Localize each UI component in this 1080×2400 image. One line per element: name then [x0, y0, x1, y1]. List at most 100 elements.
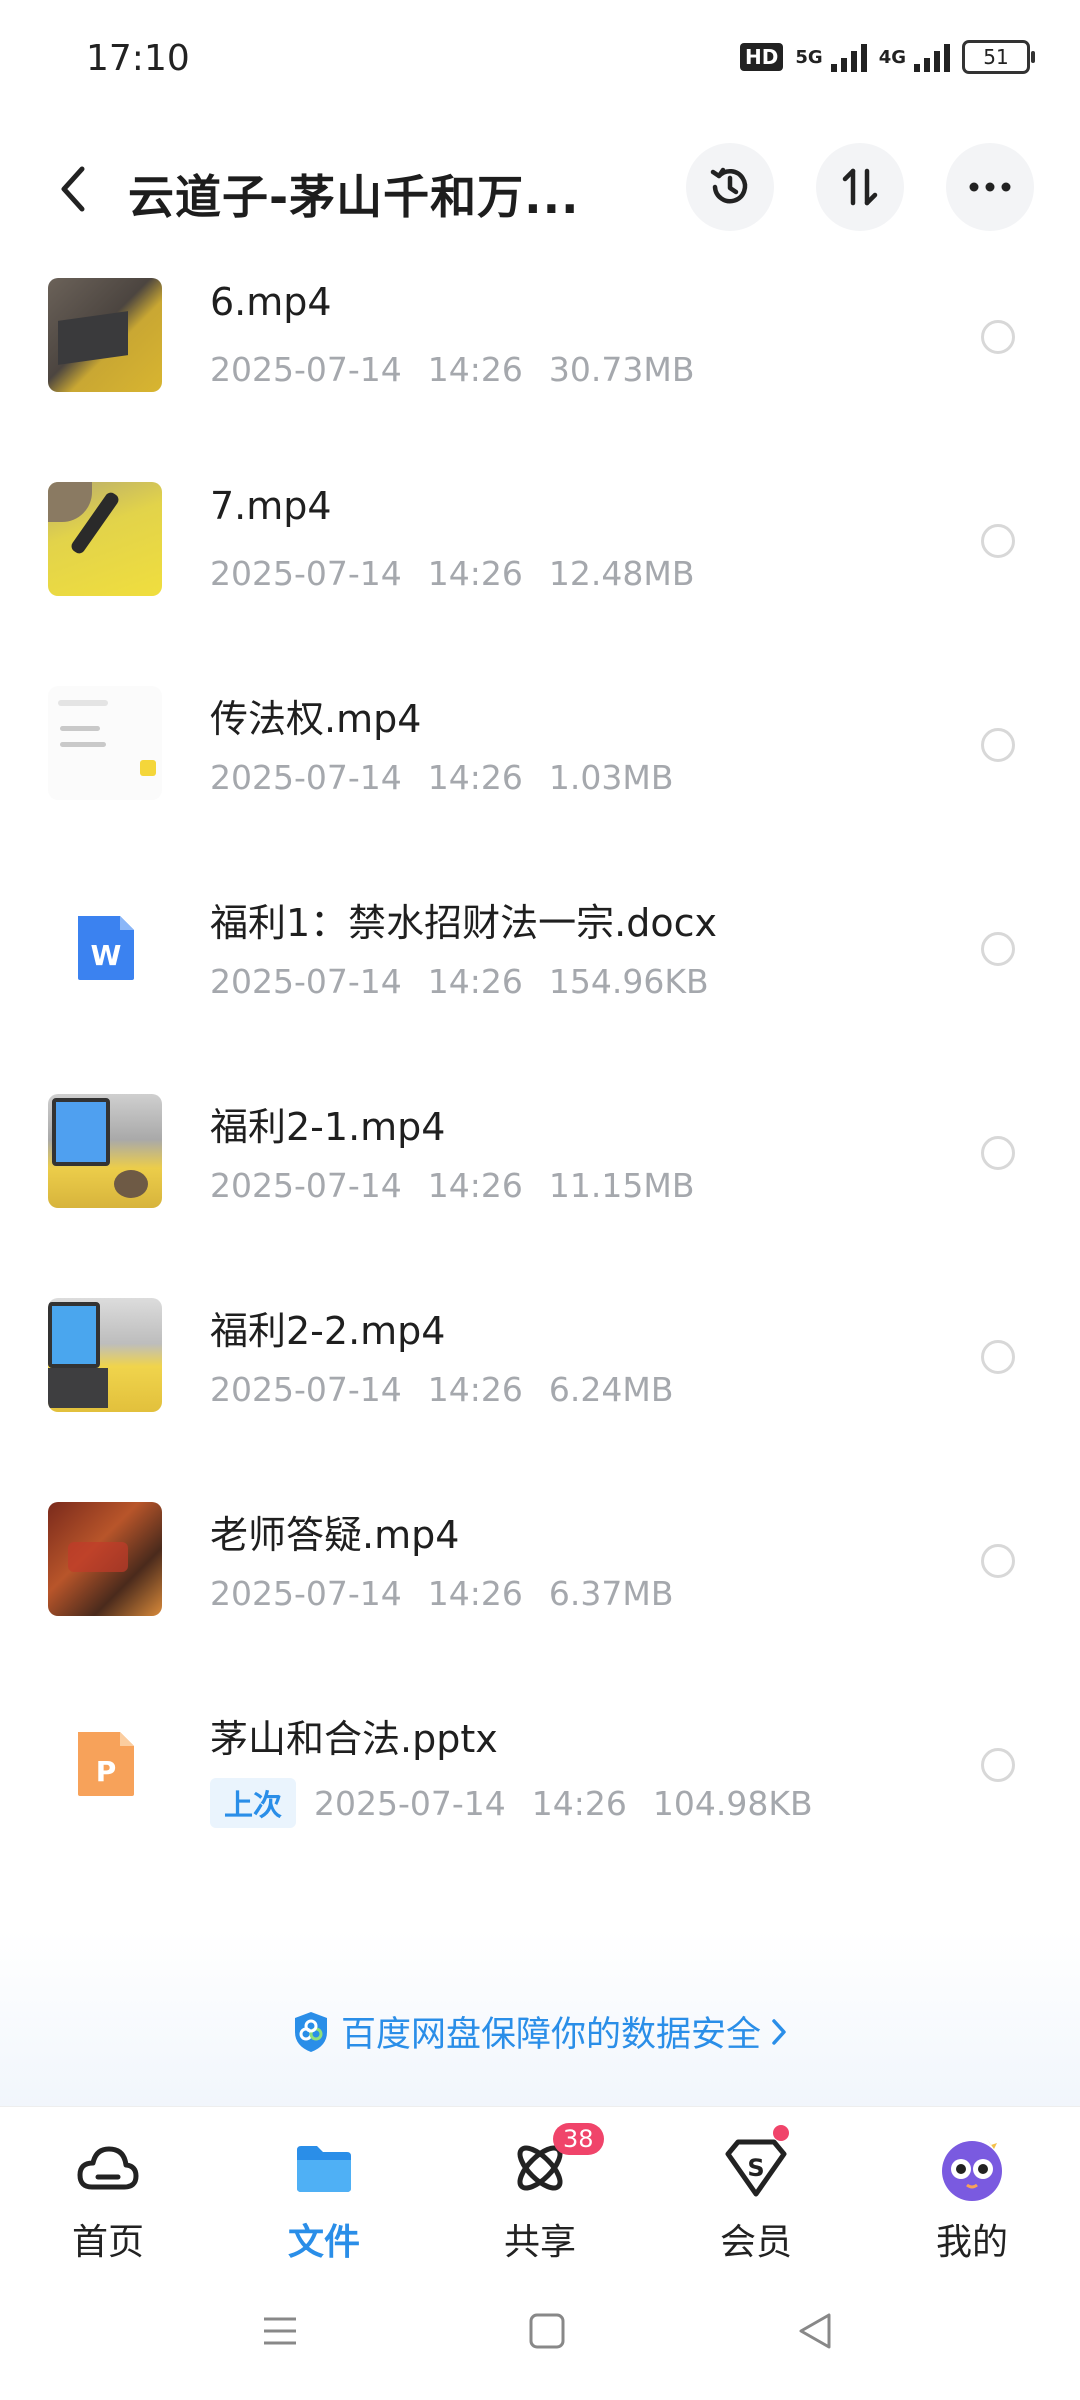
select-radio[interactable]: [981, 728, 1015, 762]
video-thumbnail: [48, 1502, 162, 1616]
menu-icon: [264, 2317, 296, 2345]
file-date: 2025-07-14: [210, 1574, 402, 1613]
back-nav-button[interactable]: [790, 2306, 840, 2356]
file-row[interactable]: 6.mp4 2025-07-14 14:26 30.73MB: [0, 252, 1080, 456]
tab-label: 共享: [503, 2222, 576, 2263]
square-home-icon: [529, 2313, 565, 2349]
file-date: 2025-07-14: [210, 1166, 402, 1205]
file-time: 14:26: [427, 554, 523, 593]
file-name: 6.mp4: [210, 280, 332, 324]
status-bar: 17:10 HD 5G 4G 51: [0, 0, 1080, 125]
file-row[interactable]: 福利2-2.mp4 2025-07-14 14:26 6.24MB: [0, 1272, 1080, 1476]
file-size: 6.37MB: [548, 1574, 674, 1613]
tab-home[interactable]: 首页: [0, 2107, 216, 2267]
page-title: 云道子-茅山千和万...: [128, 170, 580, 224]
select-radio[interactable]: [981, 1748, 1015, 1782]
file-name: 福利2-2.mp4: [210, 1309, 446, 1353]
file-size: 104.98KB: [652, 1783, 813, 1823]
file-size: 154.96KB: [548, 962, 709, 1001]
home-nav-button[interactable]: [522, 2306, 572, 2356]
avatar: [937, 2133, 1007, 2203]
last-opened-tag: 上次: [210, 1778, 297, 1828]
file-time: 14:26: [427, 1574, 523, 1613]
back-arrow-icon: [61, 166, 85, 212]
select-radio[interactable]: [981, 1544, 1015, 1578]
file-name: 老师答疑.mp4: [210, 1513, 460, 1557]
file-time: 14:26: [531, 1783, 627, 1823]
tab-me[interactable]: 我的: [864, 2107, 1080, 2267]
tab-label: 文件: [287, 2222, 360, 2263]
file-name: 福利1：禁水招财法一宗.docx: [210, 901, 718, 945]
file-time: 14:26: [427, 350, 523, 389]
signal-4g-icon: [914, 42, 950, 72]
file-time: 14:26: [427, 758, 523, 797]
notification-dot: [773, 2125, 789, 2141]
file-name: 7.mp4: [210, 484, 332, 528]
file-date: 2025-07-14: [210, 554, 402, 593]
video-thumbnail: [48, 1298, 162, 1412]
file-row[interactable]: 传法权.mp4 2025-07-14 14:26 1.03MB: [0, 660, 1080, 864]
select-radio[interactable]: [981, 524, 1015, 558]
video-thumbnail: [48, 278, 162, 392]
svg-text:P: P: [96, 1755, 117, 1788]
triangle-back-icon: [799, 2313, 831, 2349]
file-time: 14:26: [427, 1166, 523, 1205]
status-time: 17:10: [86, 38, 190, 79]
cloud-icon: [73, 2133, 143, 2203]
more-button[interactable]: [946, 143, 1034, 231]
video-thumbnail: [48, 686, 162, 800]
file-row[interactable]: 福利2-1.mp4 2025-07-14 14:26 11.15MB: [0, 1068, 1080, 1272]
back-button[interactable]: [48, 159, 98, 219]
file-date: 2025-07-14: [210, 350, 402, 389]
tab-label: 我的: [935, 2222, 1008, 2263]
file-meta: 2025-07-14 14:26 12.48MB: [210, 554, 720, 593]
tab-label: 会员: [719, 2222, 792, 2263]
chevron-right-icon: [772, 2018, 786, 2045]
security-banner: 百度网盘保障你的数据安全: [0, 1930, 1080, 2110]
file-meta: 2025-07-14 14:26 6.37MB: [210, 1574, 699, 1613]
network-4g-label: 4G: [878, 46, 906, 68]
svg-text:S: S: [747, 2154, 764, 2182]
select-radio[interactable]: [981, 1340, 1015, 1374]
file-name: 传法权.mp4: [210, 697, 422, 741]
file-date: 2025-07-14: [314, 1783, 506, 1823]
shield-icon: [294, 2011, 327, 2052]
file-time: 14:26: [427, 1370, 523, 1409]
sort-button[interactable]: [816, 143, 904, 231]
signal-5g-icon: [830, 42, 867, 72]
svg-text:W: W: [91, 939, 122, 972]
file-meta: 2025-07-14 14:26 11.15MB: [210, 1166, 720, 1205]
file-meta: 上次 2025-07-14 14:26 104.98KB: [210, 1778, 839, 1828]
select-radio[interactable]: [981, 932, 1015, 966]
security-link[interactable]: 百度网盘保障你的数据安全: [0, 2006, 1080, 2057]
history-button[interactable]: [686, 143, 774, 231]
security-text: 百度网盘保障你的数据安全: [340, 2015, 761, 2055]
select-radio[interactable]: [981, 320, 1015, 354]
more-icon: [969, 182, 1011, 192]
vip-shield-icon: S: [721, 2125, 791, 2203]
file-time: 14:26: [427, 962, 523, 1001]
file-size: 30.73MB: [548, 350, 695, 389]
file-date: 2025-07-14: [210, 1370, 402, 1409]
word-doc-icon: W: [48, 890, 162, 1004]
atom-icon: 38: [505, 2123, 604, 2203]
tab-vip[interactable]: S 会员: [648, 2107, 864, 2267]
file-size: 6.24MB: [548, 1370, 674, 1409]
file-meta: 2025-07-14 14:26 30.73MB: [210, 350, 720, 389]
tab-share[interactable]: 38 共享: [432, 2107, 648, 2267]
file-name: 福利2-1.mp4: [210, 1105, 446, 1149]
file-row[interactable]: W 福利1：禁水招财法一宗.docx 2025-07-14 14:26 154.…: [0, 864, 1080, 1068]
tab-files[interactable]: 文件: [216, 2107, 432, 2267]
tab-label: 首页: [71, 2222, 144, 2263]
history-icon: [710, 167, 748, 204]
file-row[interactable]: 老师答疑.mp4 2025-07-14 14:26 6.37MB: [0, 1476, 1080, 1680]
ppt-doc-icon: P: [48, 1706, 162, 1820]
file-meta: 2025-07-14 14:26 154.96KB: [210, 962, 735, 1001]
battery-icon: 51: [962, 40, 1035, 74]
network-5g-label: 5G: [795, 46, 823, 68]
file-row[interactable]: 7.mp4 2025-07-14 14:26 12.48MB: [0, 456, 1080, 660]
video-thumbnail: [48, 1094, 162, 1208]
menu-nav-button[interactable]: [255, 2306, 305, 2356]
select-radio[interactable]: [981, 1136, 1015, 1170]
file-row[interactable]: P 茅山和合法.pptx 上次 2025-07-14 14:26 104.98K…: [0, 1680, 1080, 1884]
